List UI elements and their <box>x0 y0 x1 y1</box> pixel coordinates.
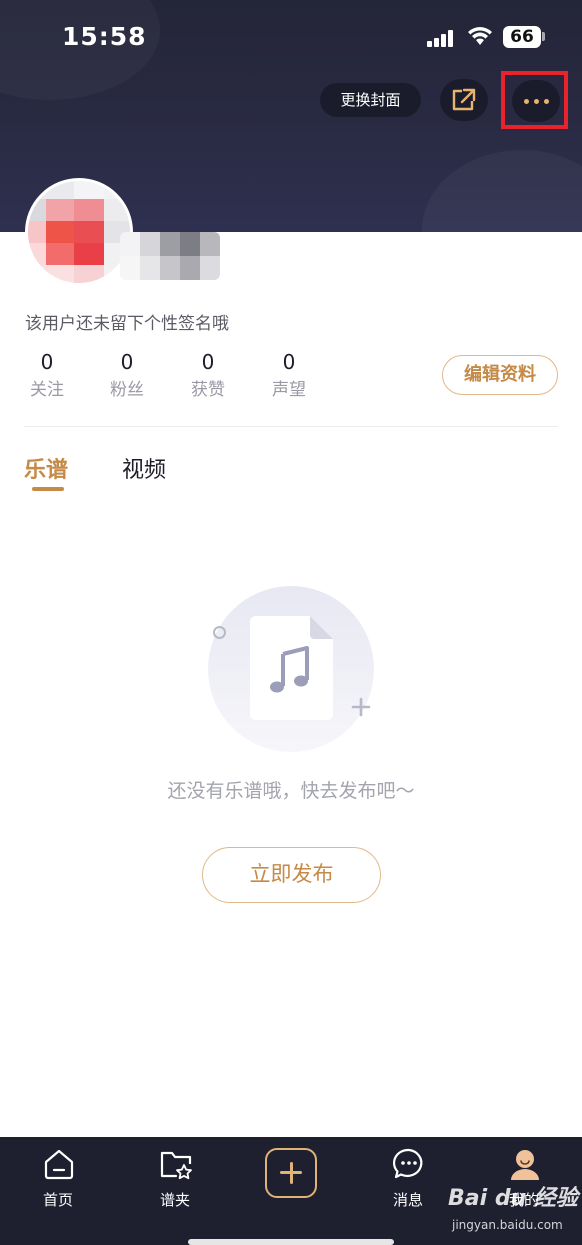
profile-signature: 该用户还未留下个性签名哦 <box>25 314 229 334</box>
stat-reputation[interactable]: 0 声望 <box>268 348 310 404</box>
folder-star-icon <box>160 1151 192 1180</box>
tab-sheet-music[interactable]: 乐谱 <box>24 452 68 484</box>
add-icon[interactable] <box>265 1148 317 1198</box>
stat-label: 关注 <box>30 380 64 400</box>
nav-label: 消息 <box>392 1191 423 1209</box>
stat-value: 0 <box>120 350 134 374</box>
profile-icon <box>511 1150 539 1180</box>
nav-item-messages[interactable]: 消息 <box>368 1137 448 1227</box>
change-cover-button[interactable]: 更换封面 <box>320 83 421 117</box>
avatar[interactable] <box>25 178 133 286</box>
empty-state-message: 还没有乐谱哦，快去发布吧～ <box>167 780 415 802</box>
stat-value: 0 <box>40 350 54 374</box>
stat-label: 获赞 <box>191 380 225 400</box>
share-button[interactable] <box>440 79 488 121</box>
active-tab-indicator <box>32 487 64 491</box>
music-note-document-icon <box>250 616 333 720</box>
divider <box>24 426 558 427</box>
cover-decoration <box>422 150 582 232</box>
stat-likes[interactable]: 0 获赞 <box>187 348 229 404</box>
tab-video[interactable]: 视频 <box>122 452 166 484</box>
stat-followers[interactable]: 0 粉丝 <box>106 348 148 404</box>
decoration-circle <box>213 626 226 639</box>
status-bar: 15:58 66 <box>0 0 582 76</box>
stat-value: 0 <box>201 350 215 374</box>
nav-item-home[interactable]: 首页 <box>18 1137 98 1227</box>
battery-tip <box>542 32 545 41</box>
stat-label: 声望 <box>272 380 306 400</box>
cellular-signal-icon <box>427 29 457 47</box>
stat-following[interactable]: 0 关注 <box>26 348 68 404</box>
baidu-watermark: Bai du 经验 jingyan.baidu.com <box>448 1180 582 1240</box>
status-time: 15:58 <box>62 22 147 51</box>
highlight-annotation-box <box>501 71 568 129</box>
publish-now-button[interactable]: 立即发布 <box>202 847 381 903</box>
stat-label: 粉丝 <box>110 380 144 400</box>
decoration-plus-icon <box>351 697 371 717</box>
nav-label: 谱夹 <box>159 1191 190 1209</box>
message-icon <box>393 1148 423 1179</box>
home-icon <box>44 1149 74 1180</box>
watermark-url: jingyan.baidu.com <box>452 1218 563 1232</box>
watermark-main: Bai du 经验 <box>448 1186 578 1211</box>
username-blurred <box>120 232 220 280</box>
share-export-icon <box>452 88 476 111</box>
edit-profile-button[interactable]: 编辑资料 <box>442 355 558 395</box>
wifi-icon <box>468 27 492 45</box>
home-indicator <box>188 1239 394 1245</box>
nav-label: 首页 <box>42 1191 73 1209</box>
nav-item-folder[interactable]: 谱夹 <box>135 1137 215 1227</box>
battery-indicator: 66 <box>503 26 541 48</box>
stat-value: 0 <box>282 350 296 374</box>
